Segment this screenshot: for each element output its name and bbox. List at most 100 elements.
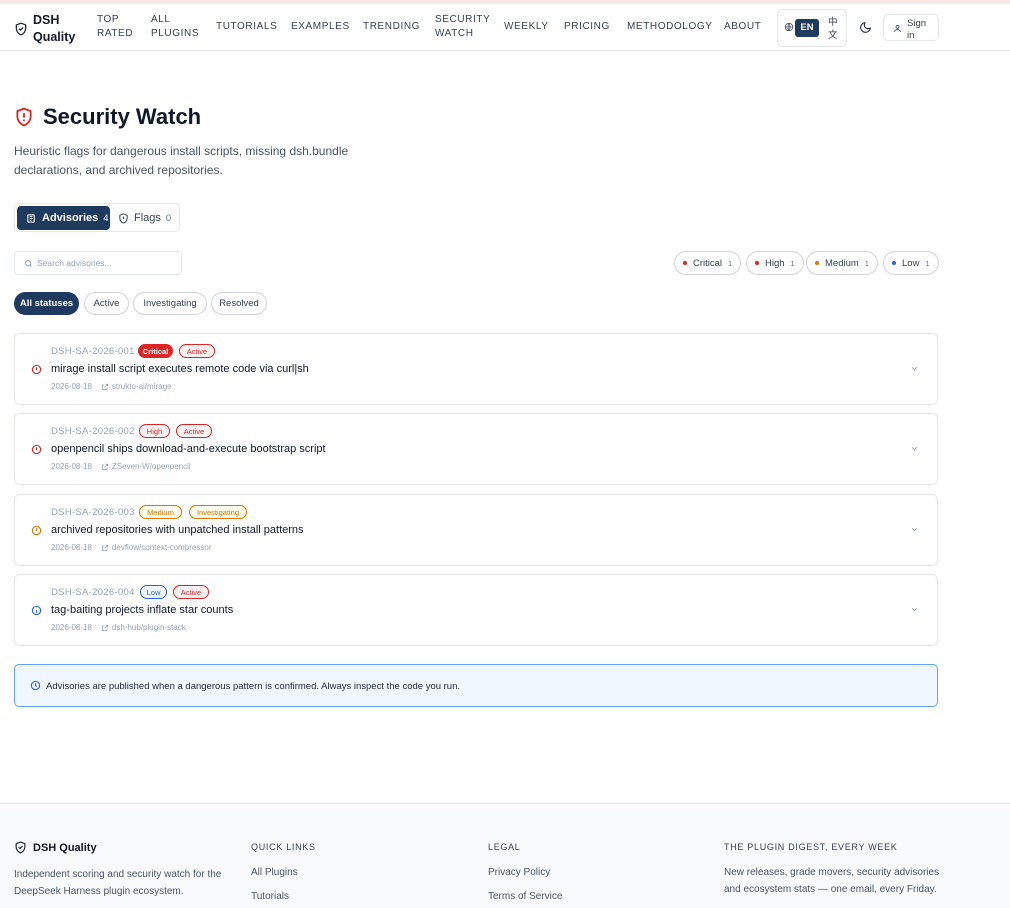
- footer-brand[interactable]: DSH Quality: [14, 841, 97, 854]
- shield-alert-icon: [16, 107, 32, 127]
- advisory-date: 2026-08-18: [51, 382, 92, 391]
- external-link-icon: [101, 624, 108, 631]
- page-header: Security Watch: [14, 104, 201, 130]
- view-tabs: Advisories 4 Flags 0: [14, 203, 180, 232]
- newspaper-icon: [27, 213, 35, 223]
- info-circle-icon: [31, 605, 42, 616]
- chevron-down-icon[interactable]: [910, 605, 919, 614]
- sign-in-label: Sign in: [907, 18, 927, 41]
- severity-label: High: [765, 257, 785, 269]
- severity-filter-critical[interactable]: Critical 1: [674, 251, 742, 275]
- severity-count: 1: [728, 258, 733, 268]
- status-filter-active[interactable]: Active: [84, 292, 129, 315]
- language-switcher: EN 中文: [777, 9, 847, 47]
- status-badge: Investigating: [189, 505, 247, 519]
- nav-pricing[interactable]: PRICING: [564, 20, 610, 34]
- search-input[interactable]: [37, 254, 177, 272]
- status-filter-resolved[interactable]: Resolved: [211, 292, 267, 315]
- tab-advisories-label: Advisories: [42, 212, 99, 224]
- advisory-meta: 2026-08-18 devflow/context-compressor: [51, 543, 212, 552]
- status-badge: Active: [179, 344, 215, 358]
- severity-badge: Low: [140, 585, 167, 599]
- external-link-icon: [101, 544, 108, 551]
- brand-logo[interactable]: DSH Quality: [14, 12, 77, 46]
- severity-count: 1: [864, 258, 869, 268]
- shield-check-icon: [15, 841, 26, 854]
- nav-security-watch[interactable]: SECURITY WATCH: [435, 13, 495, 41]
- tab-advisories-count: 4: [103, 212, 109, 224]
- advisory-repo-link[interactable]: dsh-hub/plugin-stack: [112, 623, 186, 632]
- nav-trending[interactable]: TRENDING: [363, 20, 420, 34]
- search-box: [14, 251, 182, 275]
- advisory-date: 2026-08-18: [51, 543, 92, 552]
- brand-name: DSH Quality: [33, 13, 76, 44]
- severity-badge: Medium: [139, 505, 182, 519]
- tab-flags-count: 0: [165, 212, 172, 224]
- medium-dot: [815, 261, 819, 265]
- legal-heading: LEGAL: [488, 842, 521, 852]
- advisory-id: DSH-SA-2026-001: [51, 346, 135, 357]
- search-icon: [25, 260, 32, 267]
- advisory-repo-link[interactable]: strukto-ai/mirage: [112, 382, 172, 391]
- page-subtitle: Heuristic flags for dangerous install sc…: [14, 144, 349, 177]
- severity-filter-high[interactable]: High 1: [746, 251, 804, 275]
- status-badge: Active: [176, 424, 212, 438]
- moon-icon[interactable]: [859, 21, 872, 34]
- advisory-id: DSH-SA-2026-003: [51, 507, 135, 518]
- advisory-repo-link[interactable]: devflow/context-compressor: [112, 543, 212, 552]
- chevron-down-icon[interactable]: [910, 525, 919, 534]
- nav-weekly[interactable]: WEEKLY: [504, 20, 549, 34]
- nav-examples[interactable]: EXAMPLES: [291, 20, 350, 34]
- footer-link-terms[interactable]: Terms of Service: [488, 891, 562, 902]
- advisory-title: archived repositories with unpatched ins…: [51, 524, 304, 536]
- nav-methodology[interactable]: METHODOLOGY: [627, 20, 713, 34]
- severity-label: Medium: [825, 257, 859, 269]
- lang-zh-button[interactable]: 中文: [828, 16, 840, 42]
- nav-top-rated[interactable]: TOP RATED: [97, 13, 137, 41]
- alert-circle-icon: [31, 444, 42, 455]
- footer-link-tutorials[interactable]: Tutorials: [251, 891, 289, 902]
- advisory-card[interactable]: DSH-SA-2026-001 Critical Active mirage i…: [14, 333, 938, 405]
- advisory-meta: 2026-08-18 strukto-ai/mirage: [51, 382, 172, 391]
- globe-icon: [784, 22, 794, 32]
- digest-text: New releases, grade movers, security adv…: [724, 867, 940, 895]
- status-filter-investigating[interactable]: Investigating: [133, 292, 207, 315]
- advisory-title: openpencil ships download-and-execute bo…: [51, 443, 326, 455]
- user-icon: [894, 25, 901, 32]
- severity-filter-medium[interactable]: Medium 1: [806, 251, 878, 275]
- tab-flags[interactable]: Flags 0: [118, 206, 171, 230]
- advisory-date: 2026-08-18: [51, 462, 92, 471]
- chevron-down-icon[interactable]: [910, 364, 919, 373]
- footer-link-all-plugins[interactable]: All Plugins: [251, 867, 298, 878]
- severity-filter-low[interactable]: Low 1: [883, 251, 939, 275]
- footer-link-privacy[interactable]: Privacy Policy: [488, 867, 550, 878]
- advisory-id: DSH-SA-2026-002: [51, 426, 135, 437]
- advisory-card[interactable]: DSH-SA-2026-002 High Active openpencil s…: [14, 413, 938, 485]
- digest-heading: THE PLUGIN DIGEST, EVERY WEEK: [724, 842, 898, 852]
- nav-about[interactable]: ABOUT: [724, 20, 761, 34]
- advisory-card[interactable]: DSH-SA-2026-003 Medium Investigating arc…: [14, 494, 938, 566]
- nav-tutorials[interactable]: TUTORIALS: [216, 20, 277, 34]
- tab-advisories[interactable]: Advisories 4: [17, 206, 110, 230]
- critical-dot: [683, 261, 687, 265]
- clock-icon: [30, 680, 41, 691]
- shield-check-icon: [15, 22, 27, 36]
- advisory-repo-link[interactable]: ZSeven-W/openpencil: [112, 462, 191, 471]
- sign-in-button[interactable]: Sign in: [883, 14, 939, 41]
- external-link-icon: [101, 463, 108, 470]
- alert-circle-icon: [31, 364, 42, 375]
- high-dot: [755, 261, 759, 265]
- severity-count: 1: [925, 258, 930, 268]
- status-filter-all[interactable]: All statuses: [14, 292, 79, 315]
- lang-en-button[interactable]: EN: [795, 19, 819, 37]
- severity-count: 1: [790, 258, 795, 268]
- nav-all-plugins[interactable]: ALL PLUGINS: [151, 13, 201, 41]
- severity-label: Low: [902, 257, 920, 269]
- site-footer: DSH Quality Independent scoring and secu…: [0, 803, 1010, 908]
- footer-brand-name: DSH Quality: [33, 841, 97, 854]
- advisory-title: mirage install script executes remote co…: [51, 363, 309, 375]
- alert-circle-icon: [31, 525, 42, 536]
- page-title: Security Watch: [43, 104, 202, 129]
- advisory-card[interactable]: DSH-SA-2026-004 Low Active tag-baiting p…: [14, 574, 938, 646]
- chevron-down-icon[interactable]: [910, 444, 919, 453]
